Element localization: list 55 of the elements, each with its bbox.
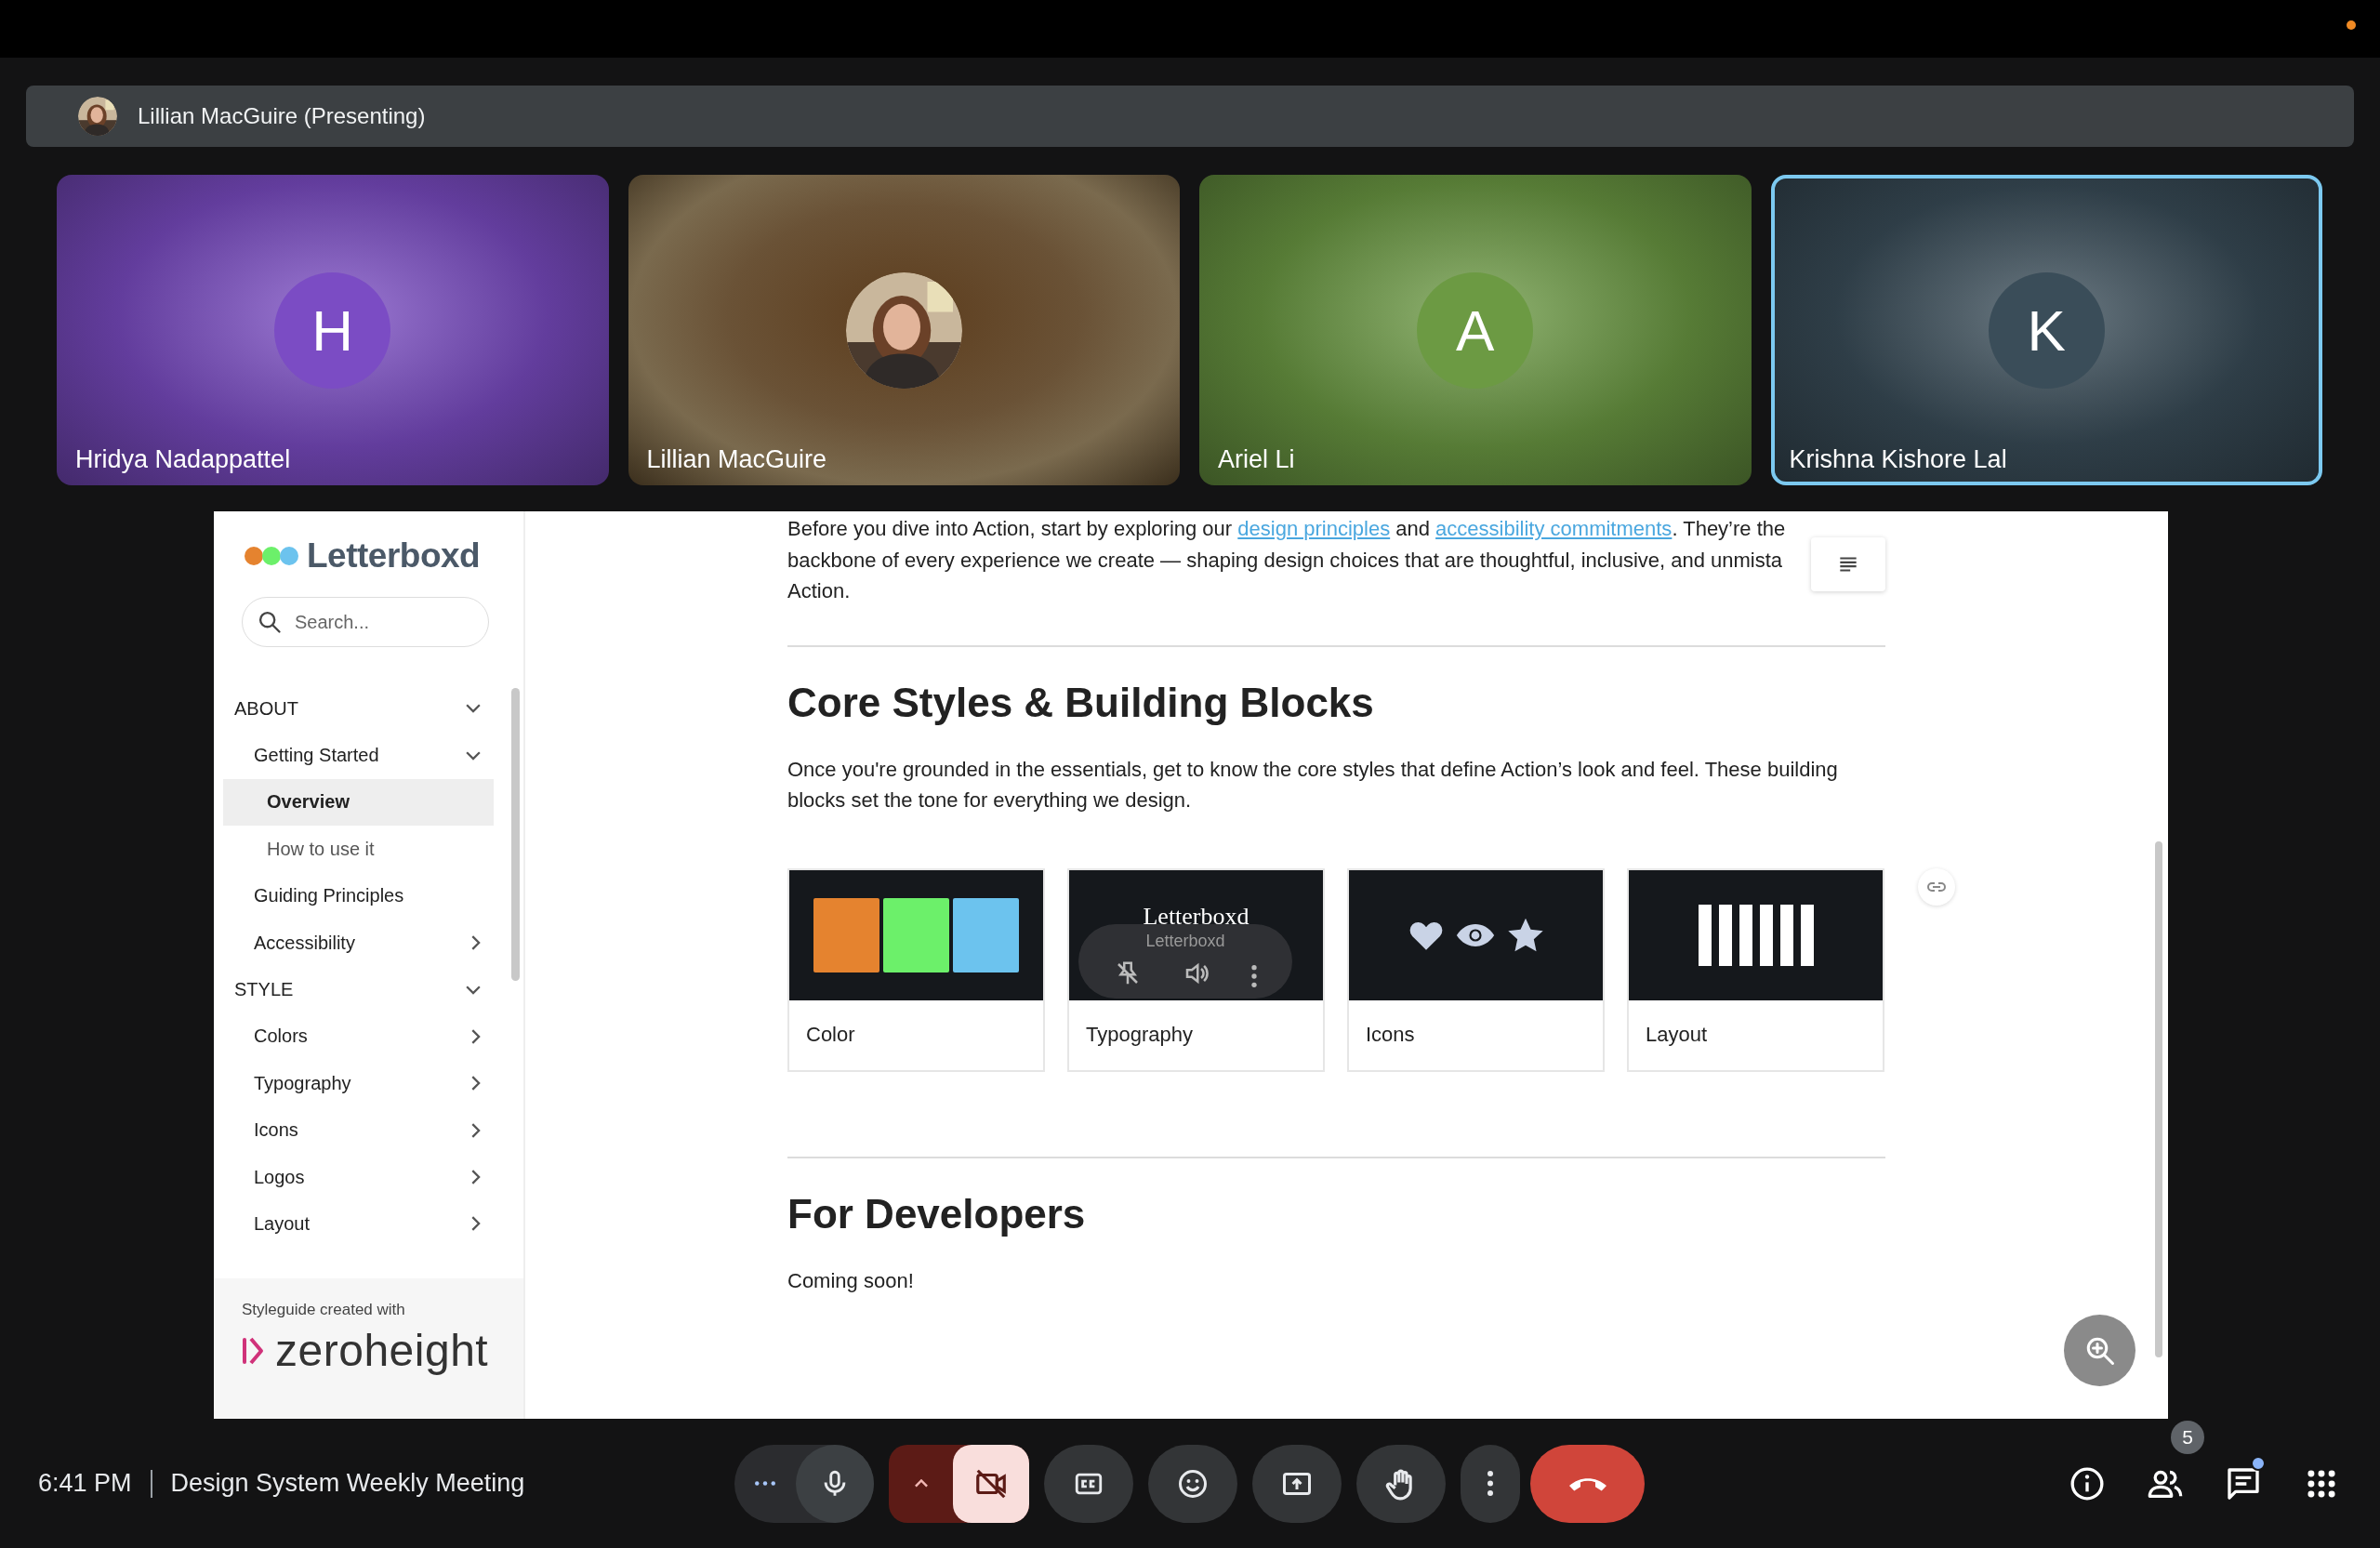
- eye-icon: [1454, 922, 1496, 947]
- nav-item[interactable]: How to use it: [223, 826, 494, 873]
- body-text: Once you're grounded in the essentials, get to know the core styles that define Action’s look and feel. These building blocks set the tone for everything we design.: [787, 756, 1839, 814]
- search-icon: [257, 609, 283, 635]
- meeting-time: 6:41 PM: [38, 1469, 132, 1498]
- status-dot: [2347, 20, 2356, 30]
- table-of-contents-button[interactable]: [1811, 537, 1885, 591]
- more-icon[interactable]: [1251, 964, 1257, 987]
- scrollbar[interactable]: [2155, 841, 2162, 1357]
- footer-caption: Styleguide created with: [242, 1301, 406, 1319]
- nav-item[interactable]: Guiding Principles: [223, 872, 494, 920]
- meeting-title: Design System Weekly Meeting: [170, 1469, 525, 1498]
- presenter-label: Lillian MacGuire (Presenting): [138, 103, 426, 129]
- type-sample: Letterboxd: [1143, 902, 1250, 931]
- participant-name: Ariel Li: [1218, 445, 1295, 474]
- card-title: Color: [805, 1022, 856, 1048]
- nav-item[interactable]: Getting Started: [223, 732, 494, 779]
- phone-icon: [1568, 1475, 1606, 1491]
- avatar: A: [1417, 271, 1534, 389]
- camera-button[interactable]: [953, 1444, 1029, 1523]
- avatar: H: [274, 271, 391, 389]
- category-card[interactable]: Icons: [1347, 867, 1605, 1072]
- nav-item[interactable]: Typography: [223, 1060, 494, 1107]
- overlay-caption: Letterboxd: [1144, 931, 1226, 951]
- copy-link-button[interactable]: [1918, 867, 1955, 906]
- caret-icon: [913, 1479, 929, 1488]
- more-icon: [1488, 1471, 1493, 1496]
- logo-icon: [244, 546, 299, 566]
- nav-item[interactable]: Colors: [223, 1012, 494, 1061]
- category-card[interactable]: Letterboxd Letterboxd Typography: [1067, 867, 1325, 1072]
- category-card[interactable]: Layout: [1627, 867, 1884, 1072]
- nav-item[interactable]: Layout: [223, 1200, 494, 1248]
- dots-icon: [754, 1481, 776, 1486]
- brand-name: zeroheight: [275, 1325, 489, 1376]
- nav-item[interactable]: ABOUT: [223, 685, 494, 733]
- category-card[interactable]: Color: [787, 867, 1045, 1072]
- nav-item[interactable]: Accessibility: [223, 919, 494, 967]
- section-heading: For Developers: [787, 1189, 1087, 1238]
- section-heading: Core Styles & Building Blocks: [787, 678, 1375, 727]
- participant-name: Hridya Nadappattel: [75, 445, 291, 474]
- card-title: Layout: [1645, 1022, 1709, 1048]
- scrollbar[interactable]: [511, 688, 520, 981]
- nav-item[interactable]: Logos: [223, 1153, 494, 1201]
- brand-name: Letterboxd: [307, 536, 481, 576]
- body-text: Coming soon!: [787, 1267, 915, 1294]
- card-title: Typography: [1085, 1022, 1194, 1048]
- search-field[interactable]: Search...: [242, 597, 489, 647]
- participant-name: Krishna Kishore Lal: [1789, 445, 2007, 474]
- avatar: K: [1988, 271, 2105, 389]
- nav-item[interactable]: STYLE: [223, 966, 494, 1013]
- participant-name: Lillian MacGuire: [646, 445, 827, 474]
- count-badge: 5: [2171, 1420, 2204, 1454]
- nav-item[interactable]: Overview: [223, 778, 494, 827]
- card-title: Icons: [1365, 1022, 1416, 1048]
- nav-item[interactable]: Icons: [223, 1106, 494, 1154]
